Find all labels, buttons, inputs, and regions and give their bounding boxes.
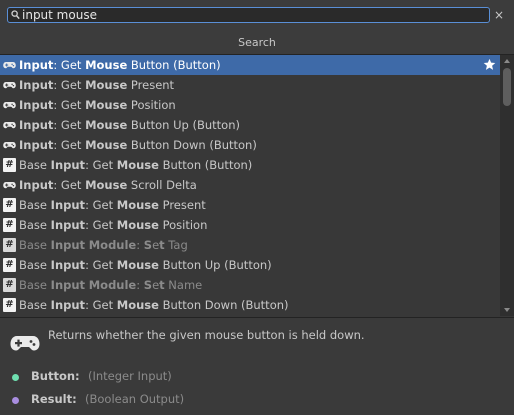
gamepad-icon	[3, 121, 16, 129]
scroll-up-icon[interactable]	[500, 55, 514, 67]
result-label: Input: Get Mouse Button Up (Button)	[19, 118, 240, 132]
scroll-down-icon[interactable]	[500, 304, 514, 316]
details-panel: Returns whether the given mouse button i…	[0, 317, 514, 415]
port-name: Result:	[31, 392, 77, 406]
script-hash-icon: #	[3, 218, 16, 232]
result-label: Base Input Module: Set Tag	[19, 238, 188, 252]
results-list: Input: Get Mouse Button (Button) Input: G…	[0, 55, 500, 316]
result-label: Base Input: Get Mouse Present	[19, 198, 206, 212]
result-row[interactable]: # Base Input: Get Mouse Button Up (Button…	[0, 255, 500, 275]
result-row[interactable]: Input: Get Mouse Button Down (Button)	[0, 135, 500, 155]
port-name: Button:	[31, 369, 80, 383]
result-label: Base Input Module: Set Name	[19, 278, 203, 292]
input-port-dot	[12, 374, 19, 381]
favorite-star-icon[interactable]	[483, 58, 496, 71]
gamepad-icon	[3, 101, 16, 109]
port-type: (Integer Input)	[88, 369, 172, 383]
result-row[interactable]: # Base Input Module: Set Name	[0, 275, 500, 295]
search-bar: ×	[0, 0, 514, 32]
script-hash-icon: #	[3, 198, 16, 212]
gamepad-icon	[3, 61, 16, 69]
gamepad-icon	[3, 181, 16, 189]
gamepad-icon	[3, 141, 16, 149]
result-label: Base Input: Get Mouse Button (Button)	[19, 158, 253, 172]
port-type: (Boolean Output)	[85, 392, 185, 406]
result-row[interactable]: Input: Get Mouse Scroll Delta	[0, 175, 500, 195]
script-hash-icon: #	[3, 158, 16, 172]
results-header: Search	[0, 32, 514, 55]
result-row[interactable]: Input: Get Mouse Position	[0, 95, 500, 115]
output-port-dot	[12, 397, 19, 404]
result-row[interactable]: # Base Input: Get Mouse Button (Button)	[0, 155, 500, 175]
results-scrollbar[interactable]	[500, 55, 514, 316]
result-row[interactable]: # Base Input Module: Set Tag	[0, 235, 500, 255]
result-label: Base Input: Get Mouse Button Down (Butto…	[19, 298, 289, 312]
result-label: Input: Get Mouse Present	[19, 78, 175, 92]
result-label: Base Input: Get Mouse Button Up (Button)	[19, 258, 272, 272]
result-row[interactable]: # Base Input: Get Mouse Present	[0, 195, 500, 215]
search-input[interactable]	[22, 7, 482, 23]
result-label: Input: Get Mouse Scroll Delta	[19, 178, 197, 192]
result-label: Base Input: Get Mouse Position	[19, 218, 208, 232]
clear-search-button[interactable]: ×	[493, 8, 505, 22]
result-label: Input: Get Mouse Button (Button)	[19, 58, 221, 72]
gamepad-icon	[3, 81, 16, 89]
result-row[interactable]: # Base Input: Get Mouse Position	[0, 215, 500, 235]
scroll-thumb[interactable]	[503, 68, 511, 106]
gamepad-icon	[10, 336, 40, 351]
result-label: Input: Get Mouse Position	[19, 98, 176, 112]
script-hash-icon: #	[3, 278, 16, 292]
result-row[interactable]: Input: Get Mouse Button (Button)	[0, 55, 500, 75]
script-hash-icon: #	[3, 238, 16, 252]
result-label: Input: Get Mouse Button Down (Button)	[19, 138, 257, 152]
node-description: Returns whether the given mouse button i…	[48, 328, 365, 342]
result-row[interactable]: Input: Get Mouse Button Up (Button)	[0, 115, 500, 135]
result-row[interactable]: Input: Get Mouse Present	[0, 75, 500, 95]
script-hash-icon: #	[3, 258, 16, 272]
search-icon	[11, 10, 20, 20]
search-box[interactable]	[7, 7, 490, 23]
script-hash-icon: #	[3, 298, 16, 312]
result-row[interactable]: # Base Input: Get Mouse Button Down (Butt…	[0, 295, 500, 315]
